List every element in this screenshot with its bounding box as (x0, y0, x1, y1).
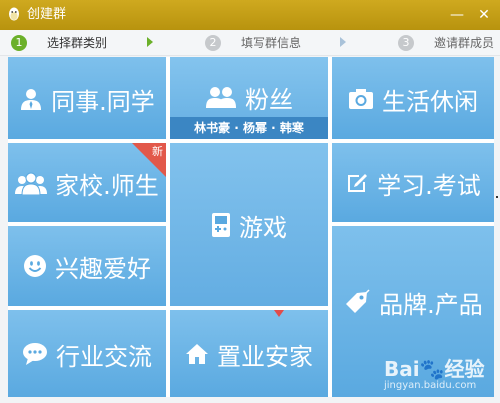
camera-icon (349, 89, 373, 109)
tile-life[interactable]: 生活休闲 (332, 57, 494, 139)
tile-house[interactable]: 置业安家 (170, 310, 328, 397)
tile-industry[interactable]: 行业交流 (8, 310, 166, 397)
tile-game-label: 游戏 (239, 213, 287, 242)
minimize-button[interactable]: — (449, 7, 465, 23)
step-2-label: 填写群信息 (241, 36, 302, 50)
tile-fans[interactable]: 粉丝 林书豪 · 杨幂 · 韩寒 (170, 57, 328, 139)
tile-colleague[interactable]: 同事.同学 (8, 57, 166, 139)
tile-hobby[interactable]: 兴趣爱好 (8, 226, 166, 306)
tile-game[interactable]: 游戏 (170, 143, 328, 306)
home-icon (186, 344, 208, 364)
tile-life-label: 生活休闲 (382, 87, 478, 116)
people-icon (206, 87, 236, 108)
tile-house-label: 置业安家 (217, 342, 313, 371)
tile-hobby-label: 兴趣爱好 (55, 254, 151, 283)
title-bar: 创建群 — ✕ (0, 0, 500, 30)
tile-school[interactable]: 家校.师生 新 (8, 143, 166, 222)
edit-icon (348, 174, 368, 192)
tile-brand-label: 品牌.产品 (379, 290, 483, 319)
step-arrow-icon (147, 37, 153, 47)
step-3-label: 邀请群成员 (434, 36, 495, 50)
category-grid: 同事.同学 粉丝 林书豪 · 杨幂 · 韩寒 生活休闲 家校.师生 新 游戏 学… (8, 57, 494, 397)
person-icon (21, 89, 42, 110)
step-1-label: 选择群类别 (47, 36, 108, 50)
chat-icon (23, 343, 47, 365)
tile-colleague-label: 同事.同学 (51, 87, 155, 116)
step-3-number: 3 (398, 35, 414, 51)
stray-dot (496, 196, 498, 198)
step-indicator: 1 选择群类别 2 填写群信息 3 邀请群成员 (0, 30, 500, 56)
hot-marker-icon (274, 310, 284, 317)
tile-fans-label: 粉丝 (245, 85, 293, 114)
tile-industry-label: 行业交流 (56, 342, 152, 371)
tile-brand[interactable]: 品牌.产品 (332, 226, 494, 397)
fans-celebrities: 林书豪 · 杨幂 · 韩寒 (170, 117, 328, 139)
step-2-number: 2 (205, 35, 221, 51)
tag-icon (346, 289, 370, 313)
qq-penguin-icon (9, 7, 19, 21)
tile-study[interactable]: 学习.考试 (332, 143, 494, 222)
group-icon (15, 172, 48, 195)
close-button[interactable]: ✕ (476, 7, 492, 23)
tile-study-label: 学习.考试 (377, 171, 481, 200)
step-arrow-icon (340, 37, 346, 47)
step-1-number: 1 (11, 35, 27, 51)
window-title: 创建群 (27, 7, 67, 22)
new-badge-text: 新 (152, 145, 163, 158)
gamepad-icon (212, 213, 230, 237)
smile-icon (24, 255, 46, 277)
